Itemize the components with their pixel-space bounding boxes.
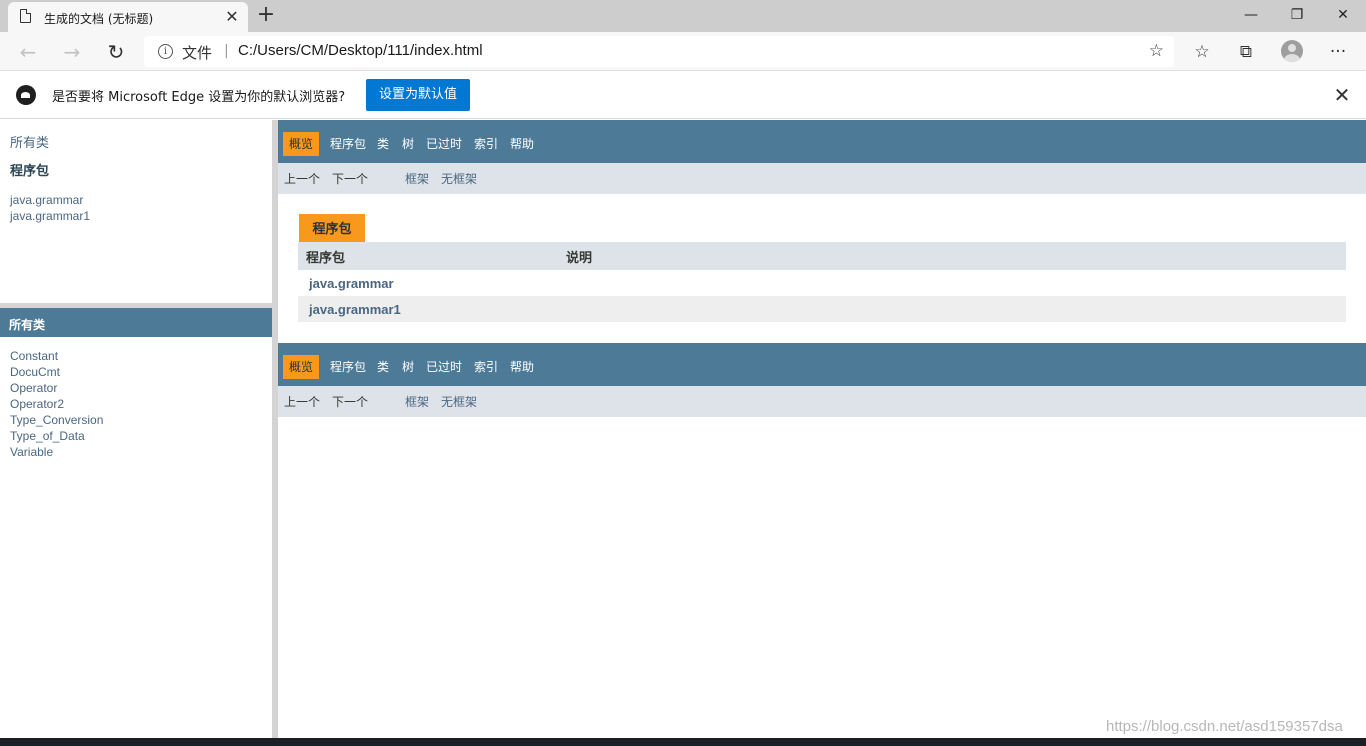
- column-header-description: 说明: [558, 242, 1346, 270]
- nav-class: 类: [377, 137, 390, 151]
- default-browser-infobar: 是否要将 Microsoft Edge 设置为你的默认浏览器? 设置为默认值 ✕: [0, 71, 1366, 119]
- package-name-cell[interactable]: java.grammar1: [298, 296, 558, 322]
- more-menu-icon[interactable]: ···: [1326, 40, 1350, 64]
- refresh-button[interactable]: ↻: [104, 40, 128, 64]
- browser-toolbar: ← → ↻ i 文件 | C:/Users/CM/Desktop/111/ind…: [0, 32, 1366, 71]
- infobar-close-button[interactable]: ✕: [1330, 83, 1354, 107]
- nav-next: 下一个: [332, 172, 369, 186]
- new-tab-button[interactable]: +: [254, 3, 278, 27]
- address-bar[interactable]: i 文件 | C:/Users/CM/Desktop/111/index.htm…: [144, 36, 1174, 67]
- bottom-nav-bar: 概览 程序包 类 树 已过时 索引 帮助: [278, 343, 1366, 386]
- profile-avatar[interactable]: [1281, 40, 1303, 62]
- watermark-text: https://blog.csdn.net/asd159357dsa: [1106, 718, 1343, 735]
- forward-button[interactable]: →: [60, 40, 84, 64]
- nav-no-frames-link[interactable]: 无框架: [441, 170, 477, 187]
- nav-help[interactable]: 帮助: [510, 355, 534, 379]
- class-link[interactable]: Operator2: [10, 396, 272, 412]
- nav-package: 程序包: [330, 137, 367, 151]
- nav-next: 下一个: [332, 395, 369, 409]
- nav-deprecated[interactable]: 已过时: [426, 132, 462, 156]
- nav-overview: 概览: [283, 355, 320, 379]
- nav-tree[interactable]: 树: [402, 355, 414, 379]
- class-link[interactable]: Type_Conversion: [10, 412, 272, 428]
- collections-icon[interactable]: ⧉: [1234, 40, 1258, 64]
- tab-title: 生成的文档 (无标题): [44, 12, 154, 26]
- nav-deprecated[interactable]: 已过时: [426, 355, 462, 379]
- nav-class: 类: [377, 360, 390, 374]
- address-separator: |: [224, 43, 229, 59]
- favorites-icon[interactable]: ☆: [1190, 40, 1214, 64]
- infobar-message: 是否要将 Microsoft Edge 设置为你的默认浏览器?: [52, 90, 346, 105]
- back-button[interactable]: ←: [16, 40, 40, 64]
- class-link[interactable]: DocuCmt: [10, 364, 272, 380]
- set-default-button[interactable]: 设置为默认值: [366, 79, 470, 111]
- tab-strip: 生成的文档 (无标题) ✕ + — ❐ ✕: [0, 0, 1366, 32]
- package-list-frame: 所有类 程序包 java.grammar java.grammar1: [0, 120, 272, 303]
- table-row: java.grammar: [298, 270, 1346, 296]
- minimize-button[interactable]: —: [1228, 4, 1274, 26]
- document-icon: [20, 9, 31, 23]
- os-taskbar: [0, 738, 1366, 746]
- nav-no-frames-link[interactable]: 无框架: [441, 393, 477, 410]
- class-link[interactable]: Constant: [10, 348, 272, 364]
- all-classes-heading: 所有类: [0, 308, 272, 337]
- tab-close-button[interactable]: ✕: [222, 7, 242, 27]
- class-list: Constant DocuCmt Operator Operator2 Type…: [0, 337, 272, 460]
- browser-tab[interactable]: 生成的文档 (无标题) ✕: [8, 2, 248, 32]
- nav-index[interactable]: 索引: [474, 355, 498, 379]
- nav-prev: 上一个: [284, 172, 321, 186]
- info-icon[interactable]: i: [158, 44, 173, 59]
- package-summary-caption: 程序包: [299, 214, 365, 242]
- package-link[interactable]: java.grammar1: [10, 208, 90, 224]
- edge-logo-icon: [16, 85, 36, 105]
- package-list: java.grammar java.grammar1: [10, 192, 90, 224]
- class-link[interactable]: Type_of_Data: [10, 428, 272, 444]
- nav-prev: 上一个: [284, 395, 321, 409]
- package-link[interactable]: java.grammar: [10, 192, 90, 208]
- nav-help[interactable]: 帮助: [510, 132, 534, 156]
- restore-button[interactable]: ❐: [1274, 4, 1320, 26]
- url-text[interactable]: C:/Users/CM/Desktop/111/index.html: [238, 42, 483, 59]
- class-link[interactable]: Operator: [10, 380, 272, 396]
- top-nav-bar: 概览 程序包 类 树 已过时 索引 帮助: [278, 120, 1366, 163]
- scheme-label: 文件: [182, 44, 213, 62]
- overview-frame: 概览 程序包 类 树 已过时 索引 帮助 上一个 下一个 框架 无框架 程序包 …: [278, 120, 1366, 738]
- nav-frames-link[interactable]: 框架: [405, 393, 429, 410]
- add-favorite-icon[interactable]: ☆: [1149, 41, 1164, 61]
- packages-heading: 程序包: [10, 163, 50, 178]
- package-name-cell[interactable]: java.grammar: [298, 270, 558, 296]
- nav-index[interactable]: 索引: [474, 132, 498, 156]
- class-link[interactable]: Variable: [10, 444, 272, 460]
- column-header-package: 程序包: [298, 242, 558, 270]
- nav-package: 程序包: [330, 360, 367, 374]
- sub-nav-bar: 上一个 下一个 框架 无框架: [278, 163, 1366, 194]
- nav-frames-link[interactable]: 框架: [405, 170, 429, 187]
- nav-overview: 概览: [283, 132, 320, 156]
- nav-tree[interactable]: 树: [402, 132, 414, 156]
- all-classes-link[interactable]: 所有类: [10, 132, 49, 151]
- window-close-button[interactable]: ✕: [1320, 4, 1366, 26]
- package-summary-table: 程序包 说明 java.grammar java.grammar1: [298, 242, 1346, 322]
- package-description-cell: [558, 296, 1346, 322]
- bottom-sub-nav-bar: 上一个 下一个 框架 无框架: [278, 386, 1366, 417]
- package-description-cell: [558, 270, 1346, 296]
- table-row: java.grammar1: [298, 296, 1346, 322]
- class-list-frame: 所有类 Constant DocuCmt Operator Operator2 …: [0, 308, 272, 738]
